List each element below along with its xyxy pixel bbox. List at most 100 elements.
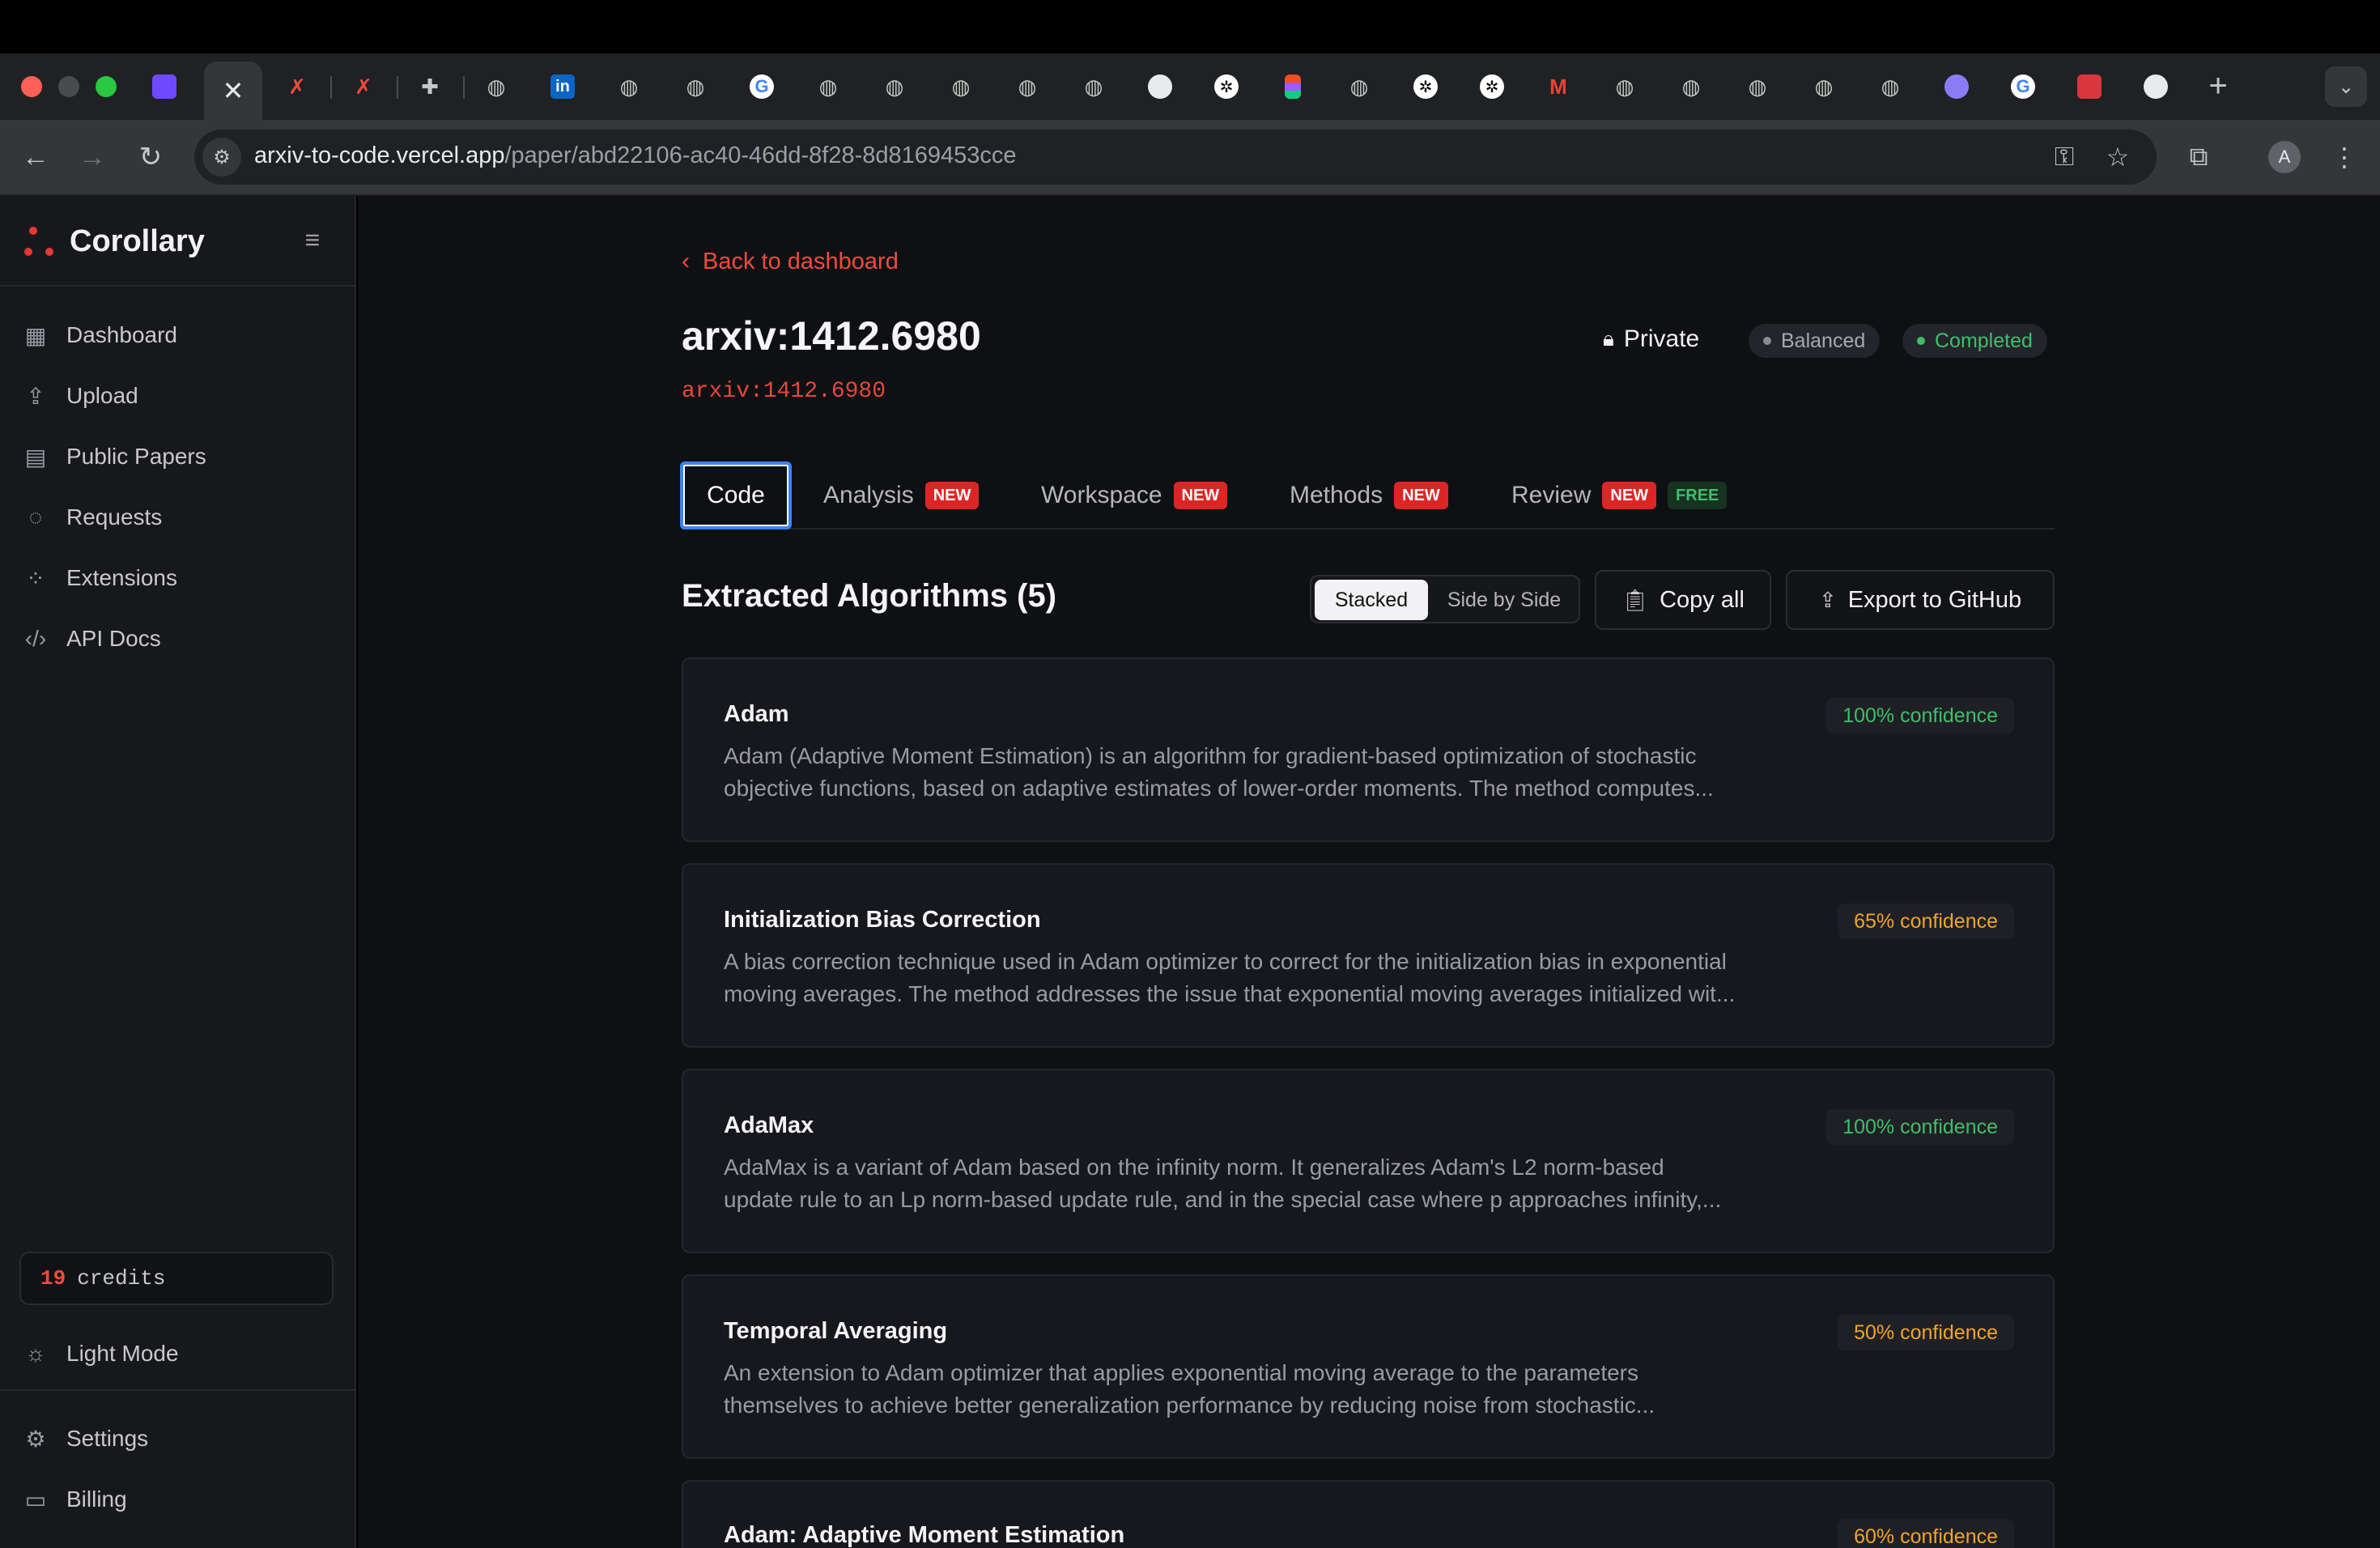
sidebar-item-settings[interactable]: ⚙ Settings [19, 1414, 337, 1463]
visibility-toggle[interactable]: 🔒︎ Private [1603, 325, 1699, 353]
browser-menu-icon[interactable]: ⋮ [2325, 138, 2364, 176]
tab-search-chevron-icon[interactable]: ⌄ [2325, 66, 2367, 107]
brand-logo-icon [23, 220, 58, 262]
sidebar-item-label: Upload [66, 383, 138, 408]
browser-tab-google-icon[interactable]: G [746, 71, 777, 102]
extensions-puzzle-icon[interactable]: ⧉ [2179, 138, 2218, 176]
browser-tab-x-icon[interactable]: ✗ [348, 71, 379, 102]
status-badge-label: Completed [1935, 329, 2033, 352]
address-bar-url[interactable]: arxiv-to-code.vercel.app/paper/abd22106-… [254, 142, 1017, 169]
light-mode-toggle[interactable]: ☼ Light Mode [19, 1329, 337, 1378]
browser-tab-globe-icon[interactable]: ◍ [1344, 71, 1375, 102]
confidence-badge: 100% confidence [1826, 698, 2014, 734]
close-icon[interactable]: ✕ [223, 75, 244, 106]
export-github-button[interactable]: ⇪ Export to GitHub [1786, 570, 2055, 630]
browser-tab-github-icon[interactable] [1145, 71, 1175, 102]
browser-tab-gmail-icon[interactable]: M [1543, 71, 1574, 102]
browser-tab-google-icon[interactable]: G [2008, 71, 2038, 102]
sidebar-item-label: Billing [66, 1486, 127, 1512]
browser-tab-chat-icon[interactable] [149, 71, 180, 102]
sidebar: Corollary ≡ ▦ Dashboard ⇪ Upload ▤ Publi… [0, 196, 356, 1548]
browser-tab-active[interactable]: ✕ [204, 62, 262, 120]
sidebar-divider [0, 1389, 356, 1391]
algorithm-card[interactable]: Adam: Adaptive Moment Estimation 60% con… [682, 1480, 2055, 1548]
password-key-icon[interactable]: ⚿ [2045, 138, 2084, 176]
back-arrow-icon[interactable]: ← [16, 138, 55, 176]
browser-tab-globe-icon[interactable]: ◍ [1676, 71, 1706, 102]
browser-tab-globe-icon[interactable]: ◍ [1875, 71, 1906, 102]
browser-tab-github-icon[interactable] [2140, 71, 2171, 102]
window-zoom-button[interactable] [96, 76, 117, 97]
description-line: A bias correction technique used in Adam… [724, 949, 1727, 974]
algorithm-card[interactable]: Adam 100% confidence Adam (Adaptive Mome… [682, 657, 2055, 842]
sidebar-item-label: Dashboard [66, 322, 177, 347]
status-dot-icon [1917, 337, 1925, 345]
browser-tab-globe-icon[interactable]: ◍ [1808, 71, 1839, 102]
sidebar-item-upload[interactable]: ⇪ Upload [19, 372, 337, 420]
browser-tab-globe-icon[interactable]: ◍ [1012, 71, 1043, 102]
light-mode-label: Light Mode [66, 1341, 179, 1366]
browser-tab-globe-icon[interactable]: ◍ [1742, 71, 1773, 102]
menu-toggle-icon[interactable]: ≡ [300, 225, 325, 254]
browser-tab-globe-icon[interactable]: ◍ [1609, 71, 1640, 102]
algorithm-name: Temporal Averaging [724, 1318, 948, 1344]
algorithm-description: AdaMax is a variant of Adam based on the… [724, 1151, 1808, 1216]
forward-arrow-icon[interactable]: → [73, 138, 112, 176]
browser-tab-figma-icon[interactable] [1277, 71, 1308, 102]
browser-tab-globe-icon[interactable]: ◍ [813, 71, 844, 102]
algorithm-card[interactable]: Temporal Averaging 50% confidence An ext… [682, 1274, 2055, 1459]
new-badge: NEW [1602, 482, 1657, 509]
site-info-icon[interactable]: ⚙ [202, 138, 241, 176]
tab-workspace[interactable]: Workspace NEW [1041, 461, 1228, 529]
upload-icon: ⇪ [26, 383, 45, 409]
view-side-by-side-button[interactable]: Side by Side [1431, 580, 1577, 620]
clipboard-icon: 📋︎ [1621, 587, 1649, 612]
sidebar-item-billing[interactable]: ▭ Billing [19, 1475, 337, 1524]
tab-review[interactable]: Review NEW FREE [1511, 461, 1728, 529]
browser-tab-globe-icon[interactable]: ◍ [481, 71, 512, 102]
algorithm-card[interactable]: Initialization Bias Correction 65% confi… [682, 863, 2055, 1048]
paper-id-link[interactable]: arxiv:1412.6980 [682, 379, 886, 404]
copy-all-button[interactable]: 📋︎ Copy all [1595, 570, 1771, 630]
view-stacked-button[interactable]: Stacked [1315, 580, 1428, 620]
browser-tab-globe-icon[interactable]: ◍ [614, 71, 644, 102]
browser-tab-puzzle-icon[interactable]: ✚ [414, 71, 445, 102]
export-label: Export to GitHub [1847, 586, 2022, 613]
sidebar-item-extensions[interactable]: ⁘ Extensions [19, 554, 337, 602]
browser-tab-linkedin-icon[interactable]: in [547, 71, 578, 102]
browser-tab-openai-icon[interactable]: ✲ [1410, 71, 1441, 102]
back-to-dashboard-link[interactable]: ‹ Back to dashboard [682, 248, 899, 275]
sidebar-item-requests[interactable]: ◌ Requests [19, 493, 337, 542]
browser-tab-copilot-icon[interactable] [1941, 71, 1972, 102]
tab-code[interactable]: Code [680, 461, 792, 529]
window-close-button[interactable] [21, 76, 42, 97]
bookmark-star-icon[interactable]: ☆ [2098, 138, 2137, 176]
brand[interactable]: Corollary [23, 215, 205, 267]
window-minimize-button[interactable] [58, 76, 79, 97]
browser-tab-globe-icon[interactable]: ◍ [680, 71, 711, 102]
browser-tab-openai-icon[interactable]: ✲ [1477, 71, 1507, 102]
description-line: AdaMax is a variant of Adam based on the… [724, 1155, 1664, 1180]
browser-tab-globe-icon[interactable]: ◍ [879, 71, 910, 102]
sidebar-item-api-docs[interactable]: ‹/› API Docs [19, 615, 337, 663]
new-tab-plus-icon[interactable]: + [2200, 68, 2236, 104]
tab-methods[interactable]: Methods NEW [1290, 461, 1448, 529]
credits-counter[interactable]: 19 credits [19, 1252, 334, 1305]
profile-avatar[interactable]: A [2268, 141, 2301, 173]
browser-tab-x-icon[interactable]: ✗ [282, 71, 312, 102]
browser-tab-globe-icon[interactable]: ◍ [946, 71, 976, 102]
algorithm-card[interactable]: AdaMax 100% confidence AdaMax is a varia… [682, 1069, 2055, 1253]
browser-tab-openai-icon[interactable]: ✲ [1211, 71, 1242, 102]
sidebar-item-label: Requests [66, 504, 163, 529]
credits-label: credits [77, 1266, 166, 1291]
section-title: Extracted Algorithms (5) [682, 578, 1057, 614]
tab-analysis[interactable]: Analysis NEW [823, 461, 980, 529]
sidebar-item-dashboard[interactable]: ▦ Dashboard [19, 311, 337, 359]
browser-tab-globe-icon[interactable]: ◍ [1078, 71, 1109, 102]
url-host: arxiv-to-code.vercel.app [254, 142, 505, 168]
sidebar-item-public-papers[interactable]: ▤ Public Papers [19, 432, 337, 481]
browser-tab-app-icon[interactable] [2074, 71, 2105, 102]
confidence-badge: 50% confidence [1838, 1315, 2014, 1350]
view-mode-toggle: Stacked Side by Side [1310, 575, 1580, 623]
reload-icon[interactable]: ↻ [131, 138, 170, 176]
